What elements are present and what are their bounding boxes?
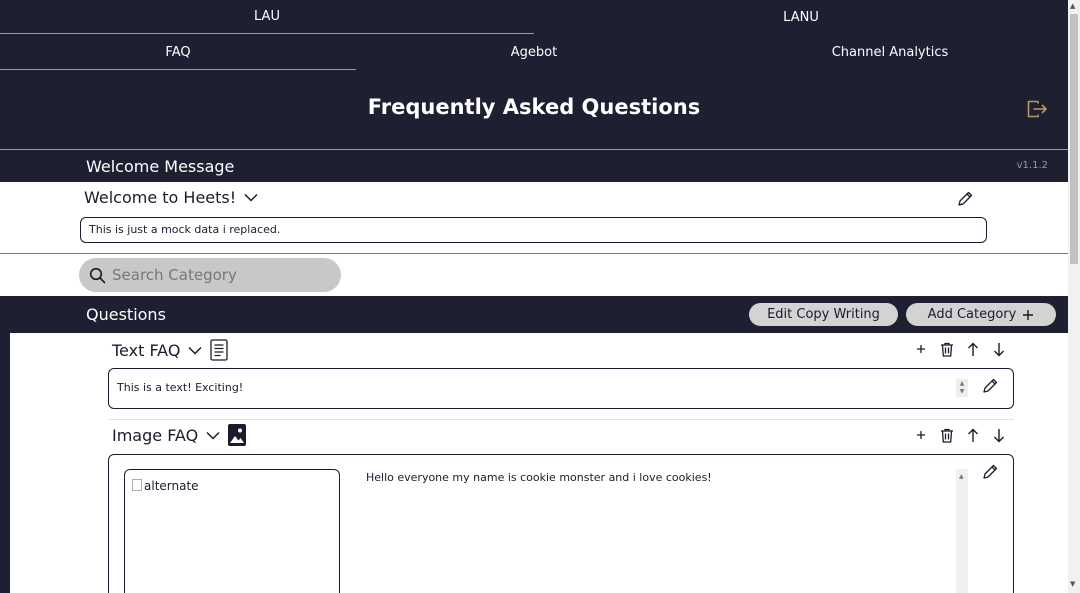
delete-faq-button[interactable] [938, 340, 956, 358]
chevron-down-icon [206, 431, 220, 440]
move-up-button[interactable] [964, 426, 982, 444]
faq-title: Text FAQ [112, 340, 181, 360]
search-input[interactable] [112, 266, 332, 284]
tab-agebot[interactable]: Agebot [356, 35, 712, 70]
welcome-message-bar: Welcome Message v1.1.2 [0, 150, 1068, 182]
faq-text-field[interactable]: This is a text! Exciting! [108, 368, 1014, 409]
questions-label: Questions [86, 305, 166, 324]
pencil-icon [983, 464, 998, 479]
pencil-icon [983, 378, 998, 393]
plus-icon [1023, 309, 1034, 320]
welcome-section-label: Welcome Message [86, 157, 235, 176]
trash-icon [941, 342, 953, 357]
image-alt-text: alternate [144, 479, 199, 493]
faq-text-toggle[interactable]: Text FAQ [112, 339, 229, 361]
chevron-down-icon [188, 346, 202, 355]
move-down-button[interactable] [990, 426, 1008, 444]
arrow-up-icon [968, 342, 978, 356]
faq-text-actions [912, 340, 1008, 358]
document-icon [210, 339, 229, 361]
pencil-icon [958, 191, 973, 206]
scroll-down-arrow[interactable]: ▼ [1070, 580, 1075, 588]
edit-copy-writing-button[interactable]: Edit Copy Writing [749, 303, 898, 326]
image-text-scrollbar[interactable]: ▲ [956, 469, 968, 593]
edit-image-faq-button[interactable] [981, 463, 999, 481]
faq-image-actions [912, 426, 1008, 444]
edit-welcome-button[interactable] [956, 190, 974, 208]
move-up-button[interactable] [964, 340, 982, 358]
add-category-label: Add Category [927, 307, 1017, 322]
welcome-title-toggle[interactable]: Welcome to Heets! [84, 188, 258, 207]
welcome-section: Welcome to Heets! This is just a mock da… [0, 182, 1068, 254]
move-down-button[interactable] [990, 340, 1008, 358]
questions-bar: Questions Edit Copy Writing Add Category [0, 296, 1068, 333]
search-icon [89, 267, 106, 283]
arrow-up-icon [968, 428, 978, 442]
chevron-down-icon [244, 193, 258, 202]
trash-icon [941, 428, 953, 443]
edit-text-faq-button[interactable] [981, 377, 999, 395]
image-icon [228, 424, 247, 446]
tab-lau[interactable]: LAU [0, 0, 534, 34]
faq-divider [108, 419, 1014, 420]
page-title: Frequently Asked Questions [367, 95, 701, 119]
scroll-up-arrow[interactable]: ▲ [1070, 2, 1075, 10]
scrollbar-thumb[interactable] [1070, 14, 1078, 264]
edit-copy-writing-label: Edit Copy Writing [767, 307, 880, 322]
add-item-button[interactable] [912, 340, 930, 358]
logout-icon[interactable] [1026, 99, 1048, 119]
plus-icon [917, 431, 925, 439]
tab-lanu[interactable]: LANU [534, 0, 1068, 34]
tab-faq[interactable]: FAQ [0, 35, 356, 70]
arrow-down-icon [994, 428, 1004, 442]
faq-image[interactable]: alternate [124, 469, 340, 593]
faq-image-text[interactable]: Hello everyone my name is cookie monster… [366, 471, 712, 484]
broken-image-icon [132, 479, 142, 491]
search-category-box[interactable] [79, 258, 341, 292]
app-header: LAU LANU FAQ Agebot Channel Analytics Fr… [0, 0, 1068, 150]
faq-title: Image FAQ [112, 425, 199, 445]
tab-channel-analytics[interactable]: Channel Analytics [712, 35, 1068, 70]
add-category-button[interactable]: Add Category [906, 303, 1056, 326]
faq-image-toggle[interactable]: Image FAQ [112, 424, 247, 446]
delete-faq-button[interactable] [938, 426, 956, 444]
welcome-title: Welcome to Heets! [84, 188, 237, 207]
version-label: v1.1.2 [1016, 160, 1048, 171]
add-item-button[interactable] [912, 426, 930, 444]
page-scrollbar[interactable]: ▲ ▼ [1068, 0, 1080, 593]
plus-icon [917, 345, 925, 353]
faq-page: LAU LANU FAQ Agebot Channel Analytics Fr… [0, 0, 1068, 593]
welcome-message-field[interactable]: This is just a mock data i replaced. [80, 217, 987, 243]
text-field-spinner[interactable]: ▲ ▼ [956, 379, 968, 397]
arrow-down-icon [994, 342, 1004, 356]
